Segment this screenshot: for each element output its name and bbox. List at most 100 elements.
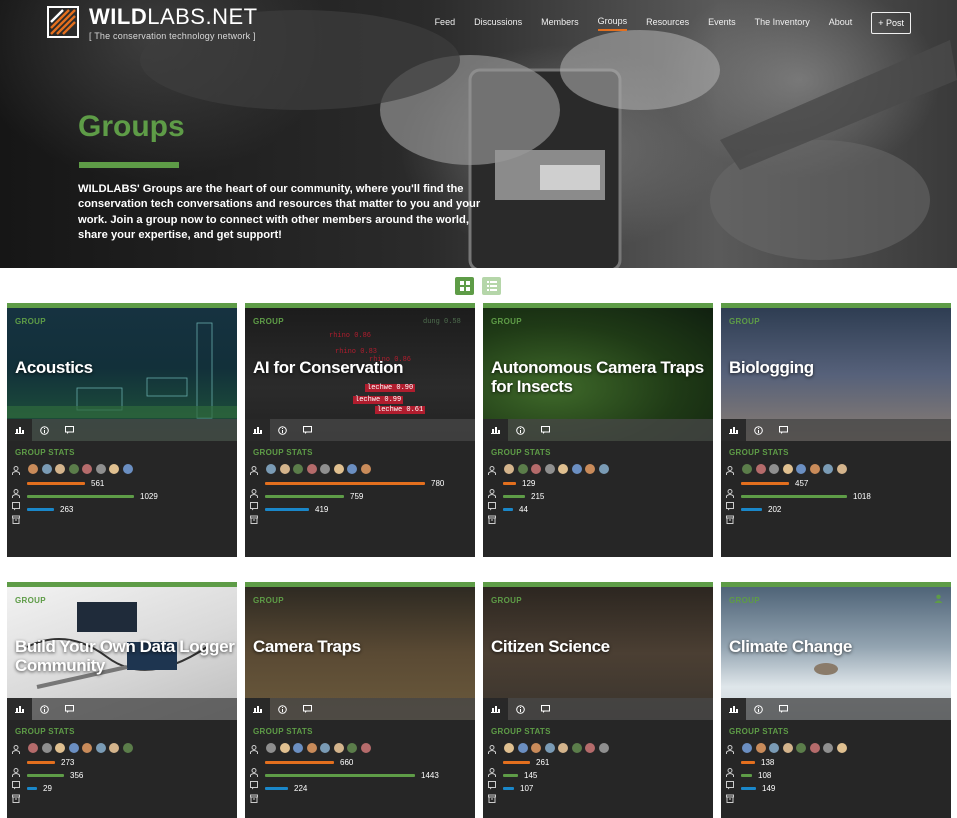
- member-avatar[interactable]: [557, 742, 569, 754]
- member-avatar[interactable]: [741, 463, 753, 475]
- member-avatar[interactable]: [835, 463, 848, 475]
- group-card[interactable]: GROUP Climate Change GROUP STATS 138 108 149: [721, 582, 951, 818]
- stats-tab[interactable]: [7, 419, 32, 441]
- member-avatar[interactable]: [584, 463, 596, 475]
- info-tab[interactable]: [270, 419, 295, 441]
- member-avatar[interactable]: [332, 742, 345, 754]
- member-avatar[interactable]: [597, 742, 610, 754]
- group-title[interactable]: Autonomous Camera Traps for Insects: [491, 358, 711, 396]
- member-avatar[interactable]: [40, 742, 53, 754]
- member-avatar[interactable]: [741, 742, 753, 754]
- info-tab[interactable]: [746, 419, 771, 441]
- info-tab[interactable]: [508, 698, 533, 720]
- group-image[interactable]: GROUP Camera Traps: [245, 587, 475, 720]
- member-avatar[interactable]: [27, 742, 39, 754]
- group-image[interactable]: GROUP Build Your Own Data Logger Communit…: [7, 587, 237, 720]
- member-avatar[interactable]: [768, 463, 780, 475]
- member-avatar[interactable]: [516, 742, 529, 754]
- nav-about[interactable]: About: [829, 17, 853, 30]
- info-tab[interactable]: [746, 698, 771, 720]
- member-avatar[interactable]: [108, 463, 120, 475]
- group-card[interactable]: GROUP Build Your Own Data Logger Communit…: [7, 582, 237, 818]
- list-view-button[interactable]: [482, 277, 501, 295]
- group-title[interactable]: Citizen Science: [491, 637, 711, 656]
- member-avatar[interactable]: [530, 742, 542, 754]
- member-avatar[interactable]: [597, 463, 610, 475]
- member-avatar[interactable]: [81, 742, 93, 754]
- site-logo[interactable]: WILDLABS.NET [ The conservation technolo…: [47, 6, 258, 41]
- member-avatar[interactable]: [808, 742, 821, 754]
- member-avatar[interactable]: [808, 463, 821, 475]
- member-avatar[interactable]: [543, 742, 556, 754]
- info-tab[interactable]: [32, 698, 57, 720]
- discussion-tab[interactable]: [57, 698, 82, 720]
- group-card[interactable]: GROUP Biologging GROUP STATS 457 1018 202: [721, 303, 951, 557]
- discussion-tab[interactable]: [57, 419, 82, 441]
- discussion-tab[interactable]: [295, 419, 320, 441]
- nav-groups[interactable]: Groups: [597, 16, 628, 31]
- member-avatar[interactable]: [265, 742, 277, 754]
- stats-tab[interactable]: [483, 419, 508, 441]
- member-avatar[interactable]: [781, 742, 794, 754]
- member-avatar[interactable]: [94, 742, 107, 754]
- member-avatar[interactable]: [40, 463, 53, 475]
- member-avatar[interactable]: [278, 742, 291, 754]
- member-avatar[interactable]: [346, 742, 358, 754]
- member-avatar[interactable]: [754, 463, 767, 475]
- member-avatar[interactable]: [292, 742, 304, 754]
- nav-feed[interactable]: Feed: [435, 17, 456, 30]
- member-avatar[interactable]: [121, 463, 134, 475]
- member-avatar[interactable]: [570, 463, 583, 475]
- member-avatar[interactable]: [108, 742, 120, 754]
- member-avatar[interactable]: [54, 463, 66, 475]
- member-avatar[interactable]: [822, 463, 834, 475]
- discussion-tab[interactable]: [771, 419, 796, 441]
- info-tab[interactable]: [270, 698, 295, 720]
- member-avatar[interactable]: [305, 742, 318, 754]
- group-image[interactable]: GROUP Citizen Science: [483, 587, 713, 720]
- member-avatar[interactable]: [27, 463, 39, 475]
- stats-tab[interactable]: [721, 419, 746, 441]
- nav-resources[interactable]: Resources: [646, 17, 689, 30]
- member-avatar[interactable]: [305, 463, 318, 475]
- group-card[interactable]: GROUP Autonomous Camera Traps for Insects…: [483, 303, 713, 557]
- member-avatar[interactable]: [543, 463, 556, 475]
- group-title[interactable]: Acoustics: [15, 358, 235, 377]
- group-image[interactable]: GROUP Biologging: [721, 308, 951, 441]
- info-tab[interactable]: [508, 419, 533, 441]
- member-avatar[interactable]: [359, 742, 372, 754]
- nav-inventory[interactable]: The Inventory: [755, 17, 810, 30]
- member-avatar[interactable]: [292, 463, 304, 475]
- nav-discussions[interactable]: Discussions: [474, 17, 522, 30]
- member-avatar[interactable]: [570, 742, 583, 754]
- member-avatar[interactable]: [121, 742, 134, 754]
- member-avatar[interactable]: [67, 742, 80, 754]
- stats-tab[interactable]: [721, 698, 746, 720]
- member-avatar[interactable]: [265, 463, 277, 475]
- member-avatar[interactable]: [516, 463, 529, 475]
- info-tab[interactable]: [32, 419, 57, 441]
- post-button[interactable]: + Post: [871, 12, 911, 34]
- member-avatar[interactable]: [319, 463, 331, 475]
- group-card[interactable]: GROUP Camera Traps GROUP STATS 660 1443 224: [245, 582, 475, 818]
- member-avatar[interactable]: [54, 742, 66, 754]
- member-avatar[interactable]: [503, 742, 515, 754]
- member-avatar[interactable]: [822, 742, 834, 754]
- group-title[interactable]: Build Your Own Data Logger Community: [15, 637, 235, 675]
- discussion-tab[interactable]: [295, 698, 320, 720]
- member-avatar[interactable]: [795, 463, 807, 475]
- stats-tab[interactable]: [7, 698, 32, 720]
- member-avatar[interactable]: [530, 463, 542, 475]
- member-avatar[interactable]: [754, 742, 767, 754]
- group-card[interactable]: GROUP Acoustics GROUP STATS 561 1029 263: [7, 303, 237, 557]
- group-title[interactable]: Camera Traps: [253, 637, 473, 656]
- member-avatar[interactable]: [503, 463, 515, 475]
- group-image[interactable]: GROUP Acoustics: [7, 308, 237, 441]
- grid-view-button[interactable]: [455, 277, 474, 295]
- discussion-tab[interactable]: [533, 698, 558, 720]
- group-image[interactable]: rhino 0.86 rhino 0.83 rhino 0.86 lechwe 0.9…: [245, 308, 475, 441]
- stats-tab[interactable]: [245, 419, 270, 441]
- group-card[interactable]: GROUP Citizen Science GROUP STATS 261 145 107: [483, 582, 713, 818]
- nav-events[interactable]: Events: [708, 17, 736, 30]
- member-avatar[interactable]: [795, 742, 807, 754]
